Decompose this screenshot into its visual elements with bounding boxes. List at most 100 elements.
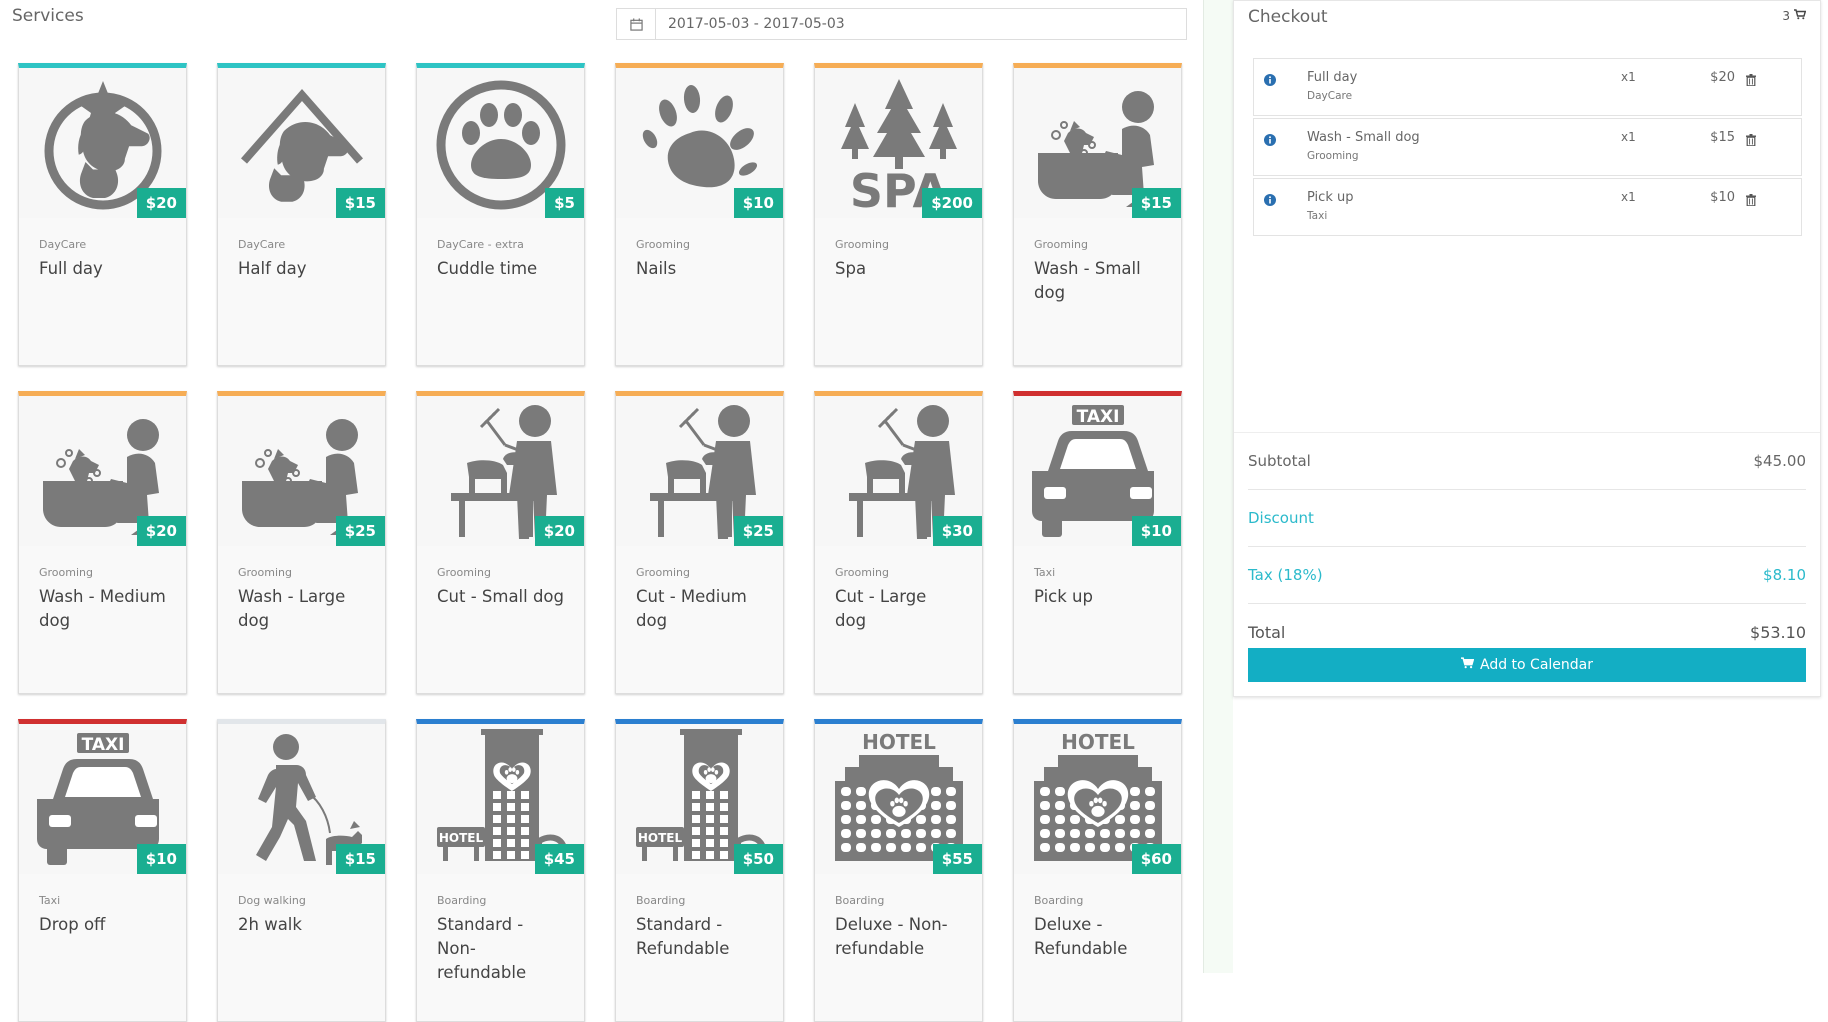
checkout-item: Pick up Taxi x1 $10	[1253, 178, 1802, 236]
price-badge: $30	[932, 516, 982, 546]
service-info: DayCare Full day	[19, 218, 186, 365]
service-image: $25	[218, 396, 385, 546]
price-badge: $15	[335, 188, 385, 218]
service-image: $5	[417, 68, 584, 218]
service-card[interactable]: $20 DayCare Full day	[18, 63, 187, 366]
service-info: Grooming Cut - Medium dog	[616, 546, 783, 693]
service-image: $30	[815, 396, 982, 546]
svg-text:HOTEL: HOTEL	[438, 831, 483, 845]
service-info: Grooming Wash - Large dog	[218, 546, 385, 693]
checkout-items: Full day DayCare x1 $20 Wash - Small dog Groo…	[1253, 58, 1802, 238]
tax-label: Tax (18%)	[1248, 566, 1323, 584]
service-name: Cut - Large dog	[835, 587, 927, 630]
service-name: Standard - Non-refundable	[437, 915, 527, 982]
price-badge: $60	[1131, 844, 1181, 874]
calendar-icon	[617, 9, 656, 39]
service-name: Pick up	[1034, 587, 1093, 606]
service-name: Nails	[636, 259, 677, 278]
discount-row[interactable]: Discount	[1248, 490, 1806, 547]
trash-icon[interactable]	[1746, 191, 1756, 210]
service-info: Boarding Standard - Non-refundable	[417, 874, 584, 1021]
service-card[interactable]: $20 Grooming Wash - Medium dog	[18, 391, 187, 694]
item-quantity[interactable]: x1	[1621, 70, 1636, 84]
subtotal-value: $45.00	[1753, 452, 1807, 470]
svg-text:HOTEL: HOTEL	[1061, 730, 1135, 754]
price-badge: $55	[932, 844, 982, 874]
svg-text:TAXI: TAXI	[1076, 407, 1119, 427]
service-image: $15	[218, 68, 385, 218]
date-range-value: 2017-05-03 - 2017-05-03	[668, 16, 845, 32]
service-image: TAXI $10	[19, 724, 186, 874]
item-name: Wash - Small dog	[1307, 130, 1420, 145]
service-name: Deluxe - Refundable	[1034, 915, 1128, 958]
service-card[interactable]: $20 Grooming Cut - Small dog	[416, 391, 585, 694]
service-image: HOTEL $50	[616, 724, 783, 874]
service-card[interactable]: $15 Dog walking 2h walk	[217, 719, 386, 1022]
service-card[interactable]: $5 DayCare - extra Cuddle time	[416, 63, 585, 366]
service-card[interactable]: HOTEL $60 Boarding Deluxe - Refundable	[1013, 719, 1182, 1022]
price-badge: $20	[534, 516, 584, 546]
info-icon[interactable]	[1264, 71, 1276, 90]
trash-icon[interactable]	[1746, 131, 1756, 150]
checkout-panel: Checkout 3 Full day DayCare x1 $20 Wash - Sm…	[1233, 0, 1821, 697]
cart-count-value: 3	[1782, 9, 1790, 23]
discount-link[interactable]: Discount	[1248, 509, 1314, 527]
service-name: Wash - Small dog	[1034, 259, 1141, 302]
service-image: HOTEL $45	[417, 724, 584, 874]
service-category: Boarding	[437, 894, 487, 907]
service-info: Grooming Cut - Small dog	[417, 546, 584, 693]
service-info: Grooming Cut - Large dog	[815, 546, 982, 693]
item-quantity[interactable]: x1	[1621, 190, 1636, 204]
price-badge: $15	[335, 844, 385, 874]
service-info: Boarding Deluxe - Non-refundable	[815, 874, 982, 1021]
price-badge: $5	[545, 188, 584, 218]
item-name: Full day	[1307, 70, 1358, 85]
tax-value: $8.10	[1763, 566, 1806, 584]
service-card[interactable]: TAXI $10 Taxi Drop off	[18, 719, 187, 1022]
info-icon[interactable]	[1264, 191, 1276, 210]
service-category: DayCare	[39, 238, 87, 251]
service-name: Cut - Medium dog	[636, 587, 747, 630]
service-name: Drop off	[39, 915, 106, 934]
service-card[interactable]: $10 Grooming Nails	[615, 63, 784, 366]
cart-icon	[1794, 9, 1807, 23]
item-price: $15	[1710, 130, 1735, 145]
service-card[interactable]: HOTEL $50 Boarding Standard - Refundable	[615, 719, 784, 1022]
service-name: Wash - Medium dog	[39, 587, 166, 630]
service-info: Boarding Deluxe - Refundable	[1014, 874, 1181, 1021]
price-badge: $10	[733, 188, 783, 218]
service-image: $20	[417, 396, 584, 546]
price-badge: $20	[136, 188, 186, 218]
cart-count[interactable]: 3	[1782, 9, 1807, 23]
service-card[interactable]: TAXI $10 Taxi Pick up	[1013, 391, 1182, 694]
info-icon[interactable]	[1264, 131, 1276, 150]
add-to-calendar-button[interactable]: Add to Calendar	[1248, 648, 1806, 682]
service-info: Grooming Wash - Medium dog	[19, 546, 186, 693]
service-card[interactable]: SPA $200 Grooming Spa	[814, 63, 983, 366]
service-category: Grooming	[636, 238, 690, 251]
date-range-picker[interactable]: 2017-05-03 - 2017-05-03	[616, 8, 1187, 40]
service-card[interactable]: HOTEL $55 Boarding Deluxe - Non-refundable	[814, 719, 983, 1022]
service-card[interactable]: $30 Grooming Cut - Large dog	[814, 391, 983, 694]
service-category: Boarding	[636, 894, 686, 907]
price-badge: $15	[1131, 188, 1181, 218]
service-card[interactable]: HOTEL $45 Boarding Standard - Non-refundabl…	[416, 719, 585, 1022]
service-card[interactable]: $15 Grooming Wash - Small dog	[1013, 63, 1182, 366]
service-name: Wash - Large dog	[238, 587, 346, 630]
service-info: Grooming Wash - Small dog	[1014, 218, 1181, 365]
service-card[interactable]: $25 Grooming Cut - Medium dog	[615, 391, 784, 694]
service-name: Standard - Refundable	[636, 915, 730, 958]
price-badge: $25	[335, 516, 385, 546]
trash-icon[interactable]	[1746, 71, 1756, 90]
item-quantity[interactable]: x1	[1621, 130, 1636, 144]
item-category: DayCare	[1307, 90, 1353, 102]
service-name: Half day	[238, 259, 307, 278]
service-info: Grooming Spa	[815, 218, 982, 365]
service-image: HOTEL $60	[1014, 724, 1181, 874]
service-card[interactable]: $15 DayCare Half day	[217, 63, 386, 366]
service-card[interactable]: $25 Grooming Wash - Large dog	[217, 391, 386, 694]
service-category: Grooming	[39, 566, 93, 579]
services-title: Services	[12, 6, 84, 26]
item-category: Grooming	[1307, 150, 1359, 162]
service-category: Boarding	[835, 894, 885, 907]
